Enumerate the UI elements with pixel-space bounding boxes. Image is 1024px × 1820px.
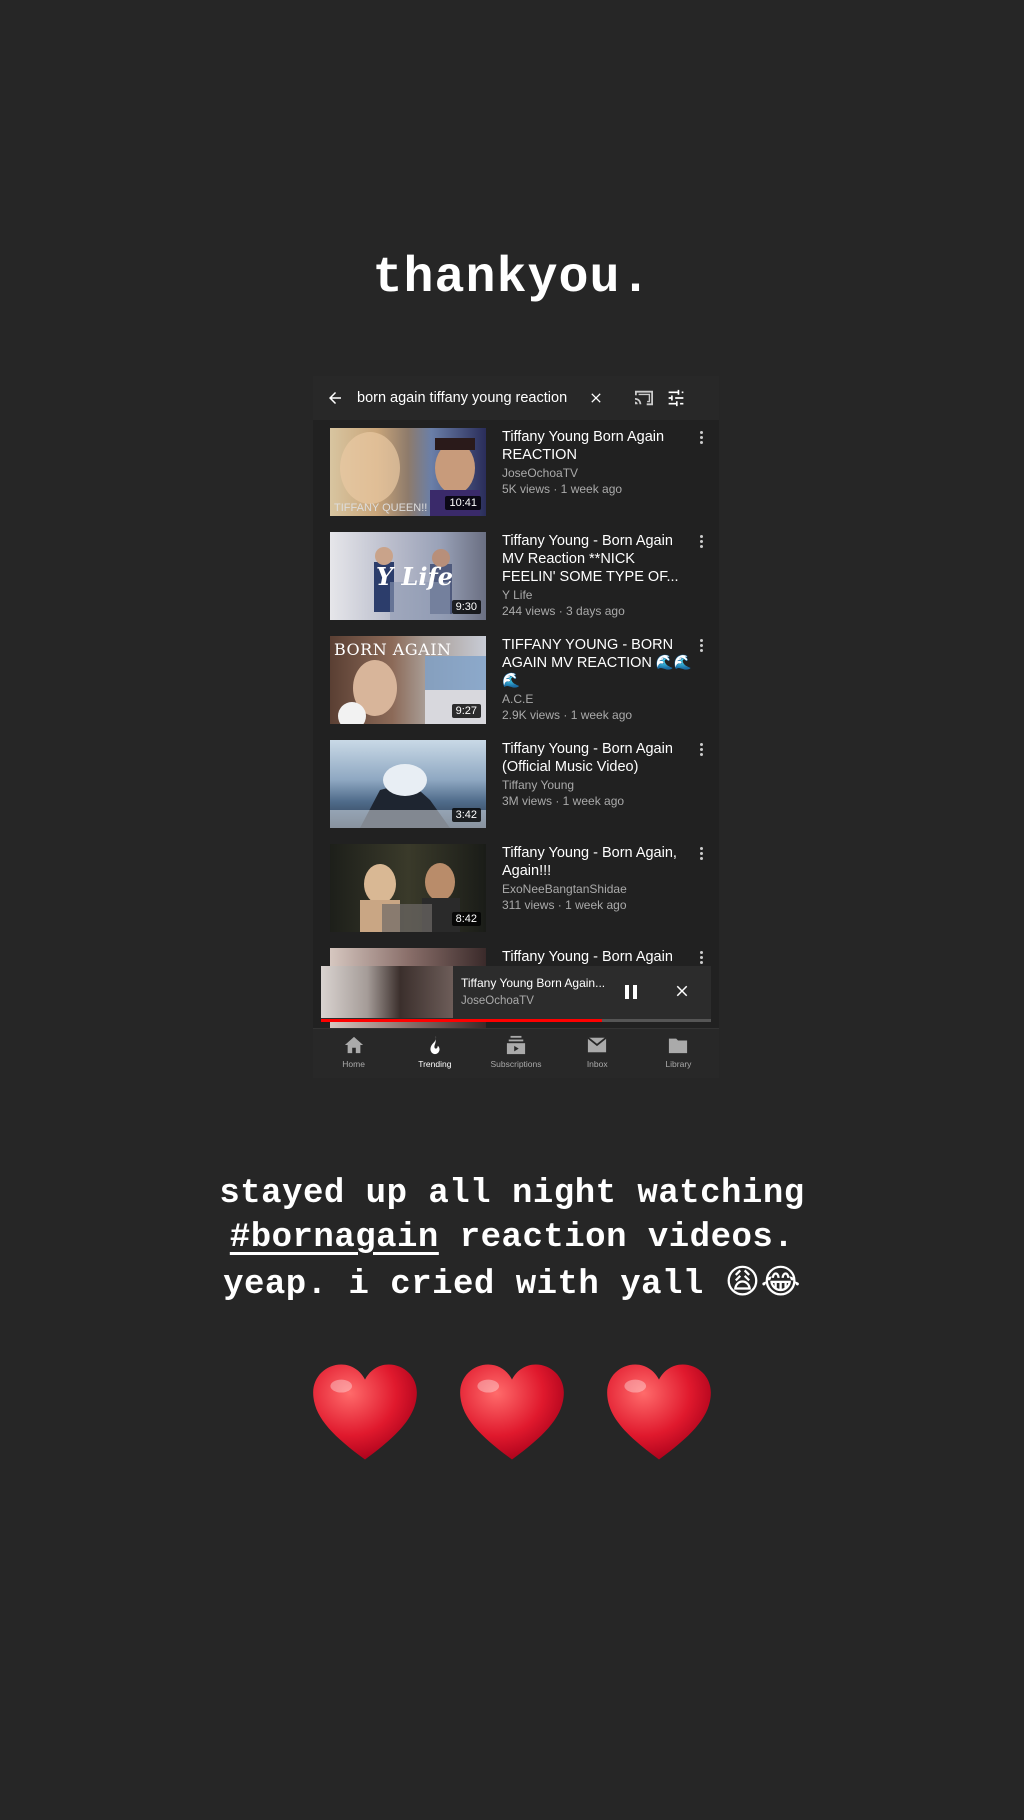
search-query[interactable]: born again tiffany young reaction xyxy=(357,390,583,406)
cast-button[interactable] xyxy=(609,376,655,420)
bottom-navigation: Home Trending Subscriptions Inbox Librar… xyxy=(313,1028,719,1078)
mini-player-thumbnail[interactable] xyxy=(321,966,453,1018)
more-options-icon[interactable] xyxy=(695,950,707,966)
filter-icon xyxy=(668,389,684,407)
video-title[interactable]: Tiffany Young - Born Again, Again!!! xyxy=(502,844,692,880)
heart-icon xyxy=(313,1364,417,1460)
video-duration: 8:42 xyxy=(451,912,481,926)
video-channel: ExoNeeBangtanShidae xyxy=(502,882,627,896)
video-duration: 9:27 xyxy=(451,704,481,718)
video-stats: 2.9K views · 1 week ago xyxy=(502,708,633,722)
inbox-icon xyxy=(587,1037,607,1053)
mini-player[interactable]: Tiffany Young Born Again... JoseOchoaTV xyxy=(321,966,711,1022)
library-icon xyxy=(669,1038,688,1054)
video-duration: 9:30 xyxy=(451,600,481,614)
youtube-screenshot: born again tiffany young reaction TIFFAN… xyxy=(313,376,719,1078)
caption-line: #bornagain reaction videos. xyxy=(0,1216,1024,1260)
pause-button[interactable] xyxy=(621,982,641,1002)
mini-player-progress-fill xyxy=(321,1019,602,1022)
cast-icon xyxy=(635,390,653,406)
caption-text: yeap. i cried with yall xyxy=(223,1266,725,1304)
video-stats: 5K views · 1 week ago xyxy=(502,482,623,496)
subscriptions-icon xyxy=(506,1035,526,1055)
video-thumbnail[interactable]: Y Life 9:30 xyxy=(330,532,486,620)
back-button[interactable] xyxy=(313,376,357,420)
hashtag-link[interactable]: #bornagain xyxy=(230,1219,439,1257)
video-title[interactable]: Tiffany Young - Born Again xyxy=(502,948,692,966)
heart-icon xyxy=(460,1364,564,1460)
thumbnail-caption: Y Life xyxy=(376,562,454,591)
video-thumbnail[interactable]: TIFFANY QUEEN!! 10:41 xyxy=(330,428,486,516)
pause-icon xyxy=(625,985,637,999)
video-title[interactable]: Tiffany Young - Born Again MV Reaction *… xyxy=(502,532,692,586)
close-icon xyxy=(591,393,601,403)
more-options-icon[interactable] xyxy=(695,742,707,758)
nav-label: Library xyxy=(665,1059,692,1069)
nav-label: Subscriptions xyxy=(490,1059,542,1069)
video-stats: 311 views · 1 week ago xyxy=(502,898,627,912)
video-title[interactable]: Tiffany Young - Born Again (Official Mus… xyxy=(502,740,692,776)
video-thumbnail[interactable]: 8:42 xyxy=(330,844,486,932)
thumbnail-caption: TIFFANY QUEEN!! xyxy=(334,502,428,514)
video-result[interactable]: TIFFANY QUEEN!! 10:41 Tiffany Young Born… xyxy=(313,428,719,532)
more-options-icon[interactable] xyxy=(695,638,707,654)
video-result[interactable]: 3:42 Tiffany Young - Born Again (Officia… xyxy=(313,740,719,844)
story-caption-top: thankyou. xyxy=(372,250,652,307)
video-channel: A.C.E xyxy=(502,692,534,706)
nav-item-home[interactable]: Home xyxy=(313,1029,394,1078)
video-result[interactable]: BORN AGAIN 9:27 TIFFANY YOUNG - BORN AGA… xyxy=(313,636,719,740)
home-icon xyxy=(344,1036,363,1054)
nav-label: Home xyxy=(342,1059,365,1069)
caption-line: stayed up all night watching xyxy=(219,1175,805,1213)
video-thumbnail[interactable]: 3:42 xyxy=(330,740,486,828)
video-stats: 244 views · 3 days ago xyxy=(502,604,625,618)
close-icon xyxy=(676,985,688,997)
heart-icon xyxy=(607,1364,711,1460)
video-title[interactable]: TIFFANY YOUNG - BORN AGAIN MV REACTION 🌊… xyxy=(502,636,692,690)
mini-player-title[interactable]: Tiffany Young Born Again... xyxy=(461,976,605,990)
filter-button[interactable] xyxy=(655,376,697,420)
caption-text: reaction videos. xyxy=(438,1219,795,1257)
video-stats: 3M views · 1 week ago xyxy=(502,794,625,808)
nav-item-subscriptions[interactable]: Subscriptions xyxy=(475,1029,556,1078)
nav-label: Trending xyxy=(418,1059,452,1069)
nav-label: Inbox xyxy=(586,1059,608,1069)
video-title[interactable]: Tiffany Young Born Again REACTION xyxy=(502,428,692,464)
video-duration: 10:41 xyxy=(445,496,481,510)
close-mini-player-button[interactable] xyxy=(673,982,693,1002)
video-channel: Y Life xyxy=(502,588,533,602)
nav-item-inbox[interactable]: Inbox xyxy=(557,1029,638,1078)
search-results: TIFFANY QUEEN!! 10:41 Tiffany Young Born… xyxy=(313,428,719,1052)
video-thumbnail[interactable]: BORN AGAIN 9:27 xyxy=(330,636,486,724)
caption-line: yeap. i cried with yall 😩😂 xyxy=(0,1260,1024,1307)
thumbnail-caption: BORN AGAIN xyxy=(334,640,452,659)
more-options-icon[interactable] xyxy=(695,846,707,862)
nav-item-trending[interactable]: Trending xyxy=(394,1029,475,1078)
video-result[interactable]: 8:42 Tiffany Young - Born Again, Again!!… xyxy=(313,844,719,948)
trending-icon xyxy=(430,1035,440,1055)
video-channel: JoseOchoaTV xyxy=(502,466,579,480)
arrow-back-icon xyxy=(329,392,341,404)
search-bar: born again tiffany young reaction xyxy=(313,376,719,420)
mini-player-progress[interactable] xyxy=(321,1019,711,1022)
nav-item-library[interactable]: Library xyxy=(638,1029,719,1078)
more-options-icon[interactable] xyxy=(695,430,707,446)
more-options-icon[interactable] xyxy=(695,534,707,550)
video-result[interactable]: Y Life 9:30 Tiffany Young - Born Again M… xyxy=(313,532,719,636)
clear-search-button[interactable] xyxy=(583,376,609,420)
video-channel: Tiffany Young xyxy=(502,778,575,792)
story-caption-bottom: stayed up all night watching #bornagain … xyxy=(0,1172,1024,1307)
mini-player-channel: JoseOchoaTV xyxy=(461,995,534,1007)
emoji-sticker: 😩😂 xyxy=(724,1262,801,1302)
video-duration: 3:42 xyxy=(451,808,481,822)
hearts-sticker xyxy=(0,1362,1024,1486)
